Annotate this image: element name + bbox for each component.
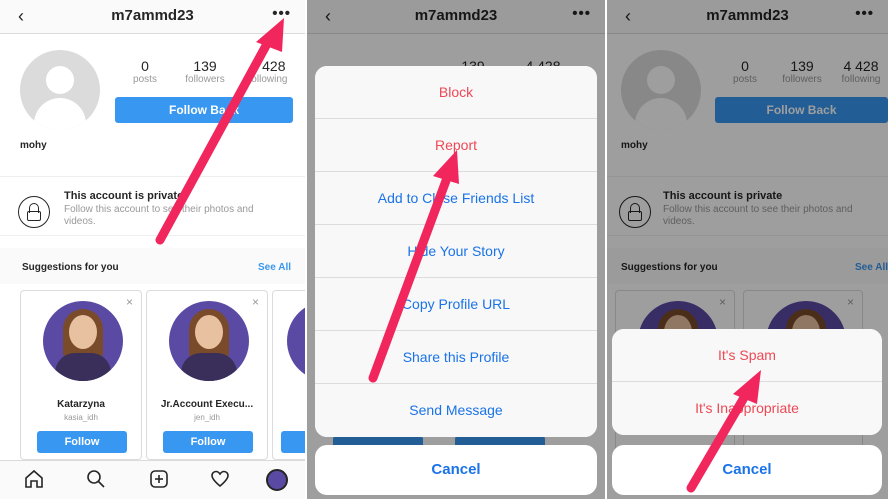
- three-step-screenshot: ‹ m7ammd23 ••• 0 posts 139 followers 4 4…: [0, 0, 888, 499]
- pointer-arrow-icon: [368, 150, 459, 383]
- report-sheet-panel: ‹ m7ammd23 ••• 0 posts 139 followers 4 4…: [607, 0, 888, 499]
- pointer-arrow-icon: [155, 18, 284, 245]
- profile-panel: ‹ m7ammd23 ••• 0 posts 139 followers 4 4…: [0, 0, 305, 499]
- action-sheet-panel: ‹ m7ammd23 ••• 139 4 428 Block Report Ad…: [307, 0, 605, 499]
- pointer-arrow-icon: [686, 370, 761, 493]
